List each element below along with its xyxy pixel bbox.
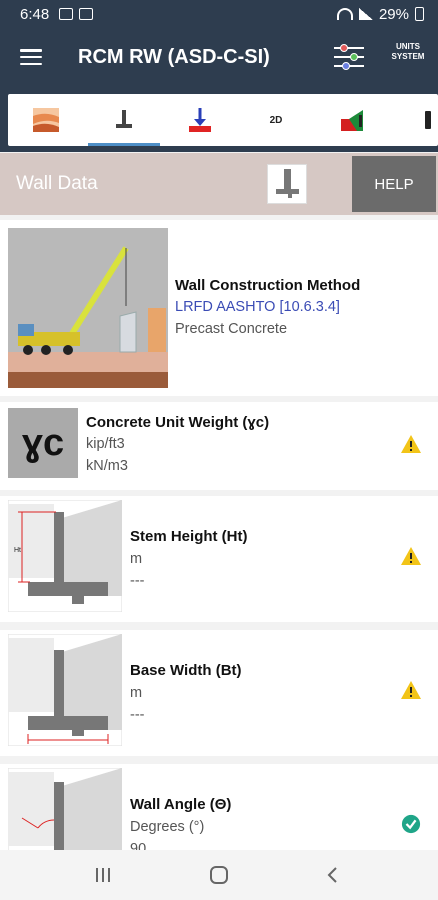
menu-icon[interactable]	[20, 49, 42, 65]
home-icon	[210, 866, 228, 884]
recent-apps-icon	[96, 868, 110, 882]
units-label-line1: UNITS	[396, 42, 420, 51]
wall-angle-card[interactable]: Wall Angle (Θ) Degrees (°) 90	[0, 764, 438, 850]
base-width-diagram	[8, 634, 122, 746]
tab-loads[interactable]	[162, 94, 238, 146]
units-label-line2: SYSTEM	[391, 52, 425, 61]
back-icon	[327, 867, 337, 883]
tab-soil[interactable]	[8, 94, 84, 146]
status-time: 6:48	[20, 5, 50, 23]
tab-more[interactable]	[390, 94, 438, 146]
app-bar: RCM RW (ASD-C-SI) UNITS SYSTEM	[0, 28, 438, 86]
stem-height-label: Stem Height (Ht)	[130, 528, 248, 545]
stem-height-diagram: Ht	[8, 500, 122, 612]
recent-apps-button[interactable]	[88, 862, 118, 888]
help-button[interactable]: HELP	[352, 156, 436, 212]
stem-height-dimension-label: Ht	[14, 547, 21, 554]
wall-angle-unit: Degrees (°)	[130, 819, 205, 835]
stem-height-value: ---	[130, 573, 145, 589]
tab-2d[interactable]: 2D	[238, 94, 314, 146]
checkmark-icon	[401, 814, 421, 834]
base-width-label: Base Width (Bt)	[130, 662, 242, 679]
wall-angle-value: 90	[130, 841, 147, 850]
status-bar: 6:48 29%	[0, 0, 438, 28]
unit-weight-symbol: ɣc	[8, 408, 78, 478]
warning-icon	[401, 547, 421, 565]
unit-weight-card[interactable]: ɣc Concrete Unit Weight (ɣc) kip/ft3 kN/…	[0, 402, 438, 490]
warning-icon	[401, 681, 421, 699]
more-icon	[425, 111, 431, 129]
wall-section-icon	[267, 164, 307, 204]
soil-layers-icon	[33, 108, 59, 132]
load-arrow-icon	[189, 108, 211, 132]
stem-height-unit: m	[130, 551, 143, 567]
section-title: Wall Data	[16, 173, 98, 194]
wall-section-icon	[116, 110, 132, 128]
battery-icon	[415, 7, 424, 21]
app-title: RCM RW (ASD-C-SI)	[78, 45, 270, 68]
home-button[interactable]	[204, 862, 234, 888]
unit-weight-si-unit: kN/m3	[86, 458, 128, 474]
units-system-button[interactable]: UNITS SYSTEM	[388, 42, 428, 62]
signal-icon	[358, 8, 373, 20]
construction-method-label: Wall Construction Method	[175, 277, 361, 294]
tab-graph[interactable]	[314, 94, 390, 146]
tab-strip: 2D	[0, 86, 438, 152]
system-navigation-bar	[0, 850, 438, 900]
wall-graph-icon	[341, 110, 363, 131]
unit-weight-imperial-unit: kip/ft3	[86, 436, 125, 452]
wall-angle-diagram	[8, 768, 122, 850]
tab-wall[interactable]	[86, 94, 162, 146]
base-width-card[interactable]: Base Width (Bt) m ---	[0, 630, 438, 756]
back-button[interactable]	[318, 862, 348, 888]
warning-icon	[401, 435, 421, 453]
settings-sliders-icon[interactable]	[332, 42, 366, 72]
construction-method-value: Precast Concrete	[175, 321, 288, 337]
base-width-value: ---	[130, 707, 145, 723]
base-width-unit: m	[130, 685, 143, 701]
crane-illustration	[8, 228, 168, 388]
unit-weight-label: Concrete Unit Weight (ɣc)	[86, 414, 270, 431]
construction-method-reference[interactable]: LRFD AASHTO [10.6.3.4]	[175, 299, 340, 315]
wall-angle-label: Wall Angle (Θ)	[130, 796, 232, 813]
wifi-icon	[336, 8, 353, 20]
construction-method-card[interactable]: Wall Construction Method LRFD AASHTO [10…	[0, 220, 438, 396]
stem-height-card[interactable]: Ht Stem Height (Ht) m ---	[0, 496, 438, 622]
battery-percent: 29%	[378, 5, 409, 23]
section-header: Wall Data HELP	[0, 153, 438, 215]
gallery-icon	[59, 8, 74, 20]
notification-icon	[79, 8, 94, 20]
